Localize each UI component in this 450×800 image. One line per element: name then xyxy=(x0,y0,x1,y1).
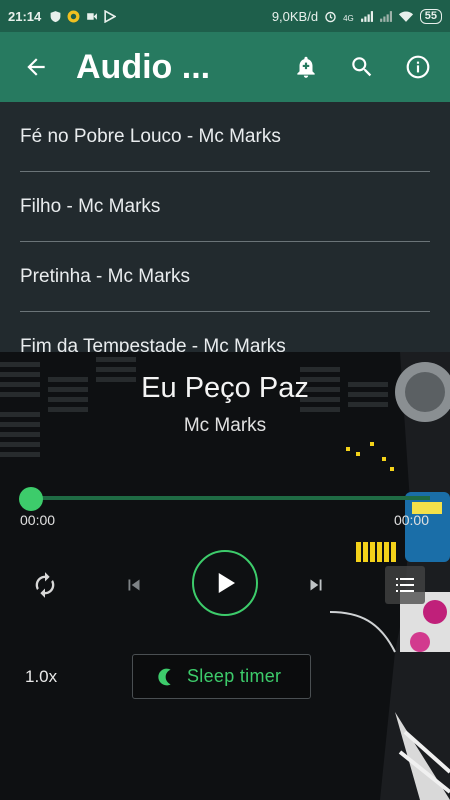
moon-icon xyxy=(158,668,171,685)
skip-previous-icon xyxy=(128,579,140,591)
play-store-icon xyxy=(104,9,117,23)
page-title: Audio ... xyxy=(76,47,211,86)
bell-plus-icon xyxy=(297,56,315,78)
repeat-button[interactable] xyxy=(28,568,62,602)
app-toolbar: Audio ... xyxy=(0,32,450,102)
app-notification-icon xyxy=(67,10,80,22)
playback-speed-button[interactable]: 1.0x xyxy=(25,667,57,687)
queue-list-icon xyxy=(396,578,414,592)
info-icon xyxy=(406,55,430,79)
seek-bar[interactable] xyxy=(30,496,430,500)
network-speed: 9,0KB/d xyxy=(271,8,319,24)
play-icon xyxy=(218,573,235,593)
battery-indicator: 55 xyxy=(419,8,442,24)
search-button[interactable] xyxy=(334,39,390,95)
playlist: Fé no Pobre Louco - Mc Marks Filho - Mc … xyxy=(0,102,450,382)
search-icon xyxy=(352,57,372,77)
status-time: 21:14 xyxy=(8,8,42,24)
signal-icon-2 xyxy=(379,10,392,22)
skip-next-icon xyxy=(310,579,322,591)
seek-thumb[interactable] xyxy=(19,487,43,511)
shield-icon xyxy=(50,10,61,22)
next-button[interactable] xyxy=(303,572,329,598)
back-arrow-icon xyxy=(27,58,45,76)
sleep-timer-label: Sleep timer xyxy=(187,666,282,686)
add-alarm-button[interactable] xyxy=(278,39,334,95)
playlist-item[interactable]: Filho - Mc Marks xyxy=(20,172,430,242)
status-right: 9,0KB/d 4G 55 xyxy=(271,8,442,24)
repeat-icon xyxy=(35,572,55,598)
download-icon xyxy=(87,12,98,20)
now-playing-panel: Eu Peço Paz Mc Marks 00:00 00:00 1.0x Sl… xyxy=(0,352,450,800)
now-playing-artist: Mc Marks xyxy=(183,415,267,436)
signal-icon xyxy=(360,10,373,22)
notification-icons xyxy=(49,9,117,23)
info-button[interactable] xyxy=(390,39,446,95)
queue-button[interactable] xyxy=(385,566,425,604)
now-playing-title: Eu Peço Paz xyxy=(141,372,309,404)
alarm-icon xyxy=(325,11,336,22)
total-duration: 00:00 xyxy=(393,512,429,528)
elapsed-time: 00:00 xyxy=(20,512,56,528)
back-button[interactable] xyxy=(8,39,64,95)
play-button[interactable] xyxy=(192,550,258,616)
network-type: 4G xyxy=(343,13,354,23)
previous-button[interactable] xyxy=(121,572,147,598)
playlist-item[interactable]: Fé no Pobre Louco - Mc Marks xyxy=(20,102,430,172)
wifi-icon xyxy=(398,10,413,22)
status-bar: 21:14 9,0KB/d 4G 55 xyxy=(0,0,450,32)
playlist-item[interactable]: Pretinha - Mc Marks xyxy=(20,242,430,312)
sleep-timer-button[interactable]: Sleep timer xyxy=(132,654,311,699)
